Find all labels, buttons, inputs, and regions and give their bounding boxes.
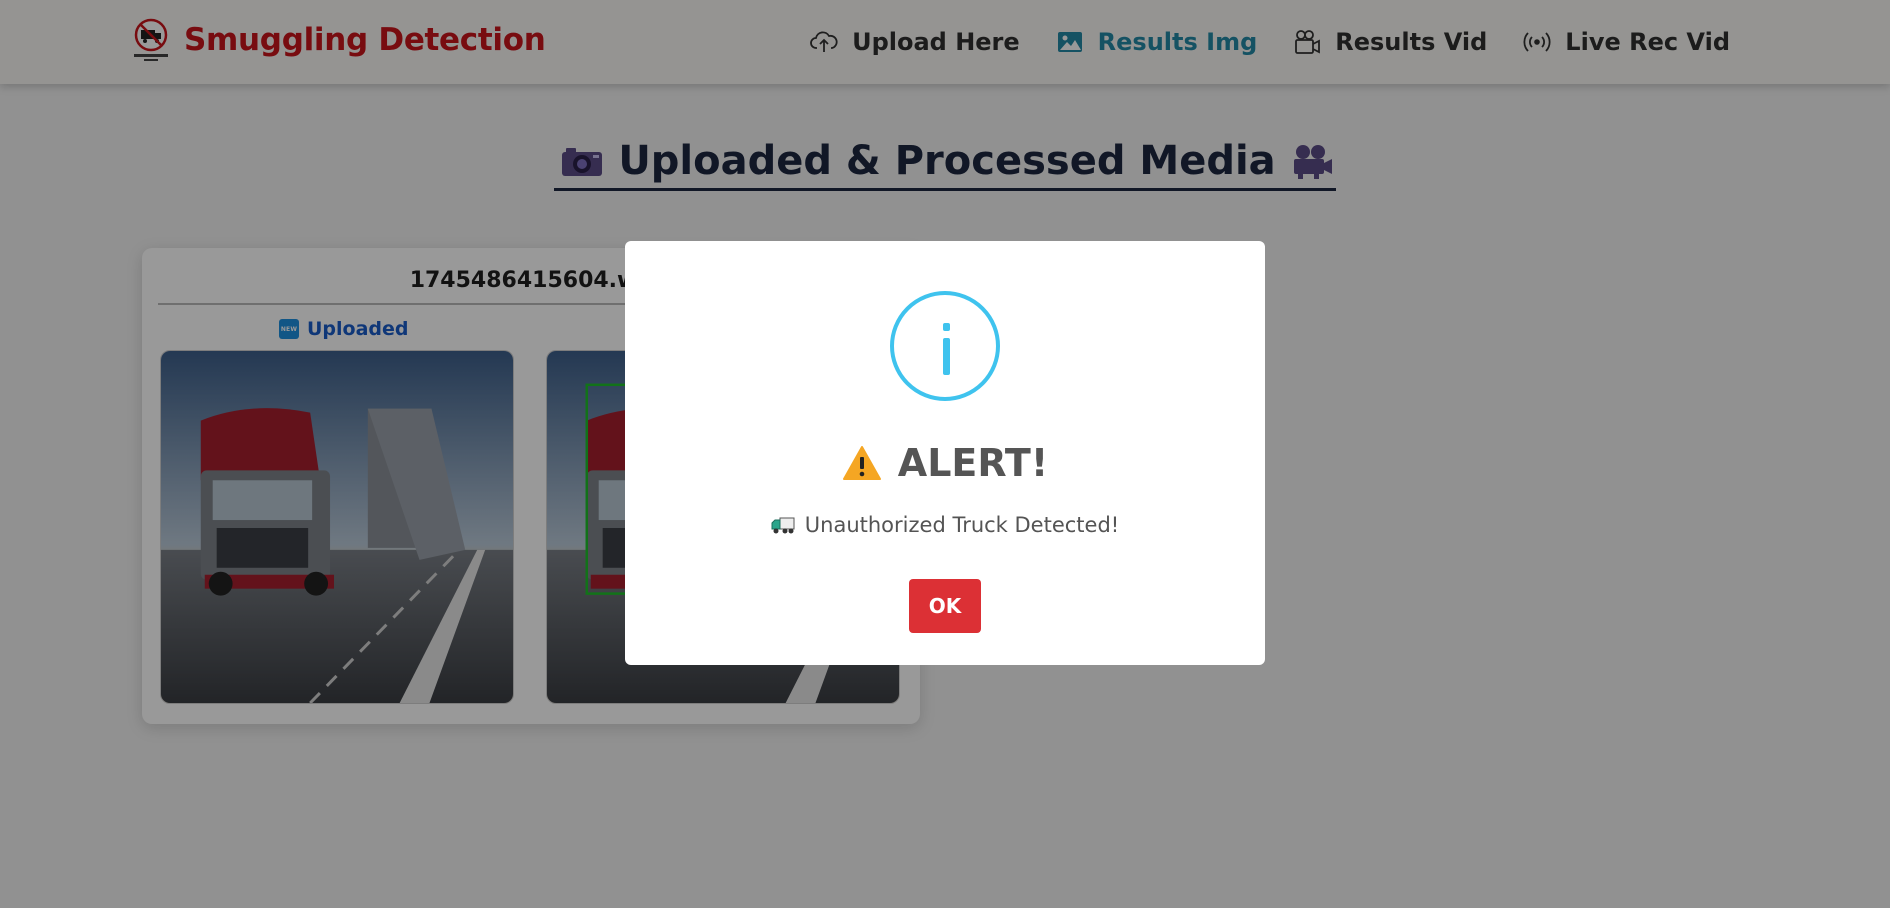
alert-title: ALERT! xyxy=(625,441,1265,485)
alert-dialog: ALERT! Unauthorized Truck Detected! OK xyxy=(625,241,1265,665)
ok-button[interactable]: OK xyxy=(909,579,981,633)
warning-icon xyxy=(842,446,881,480)
alert-title-text: ALERT! xyxy=(897,441,1049,485)
alert-message: Unauthorized Truck Detected! xyxy=(625,513,1265,537)
info-icon xyxy=(890,291,1000,401)
alert-message-text: Unauthorized Truck Detected! xyxy=(804,513,1120,537)
truck-icon xyxy=(771,517,795,534)
